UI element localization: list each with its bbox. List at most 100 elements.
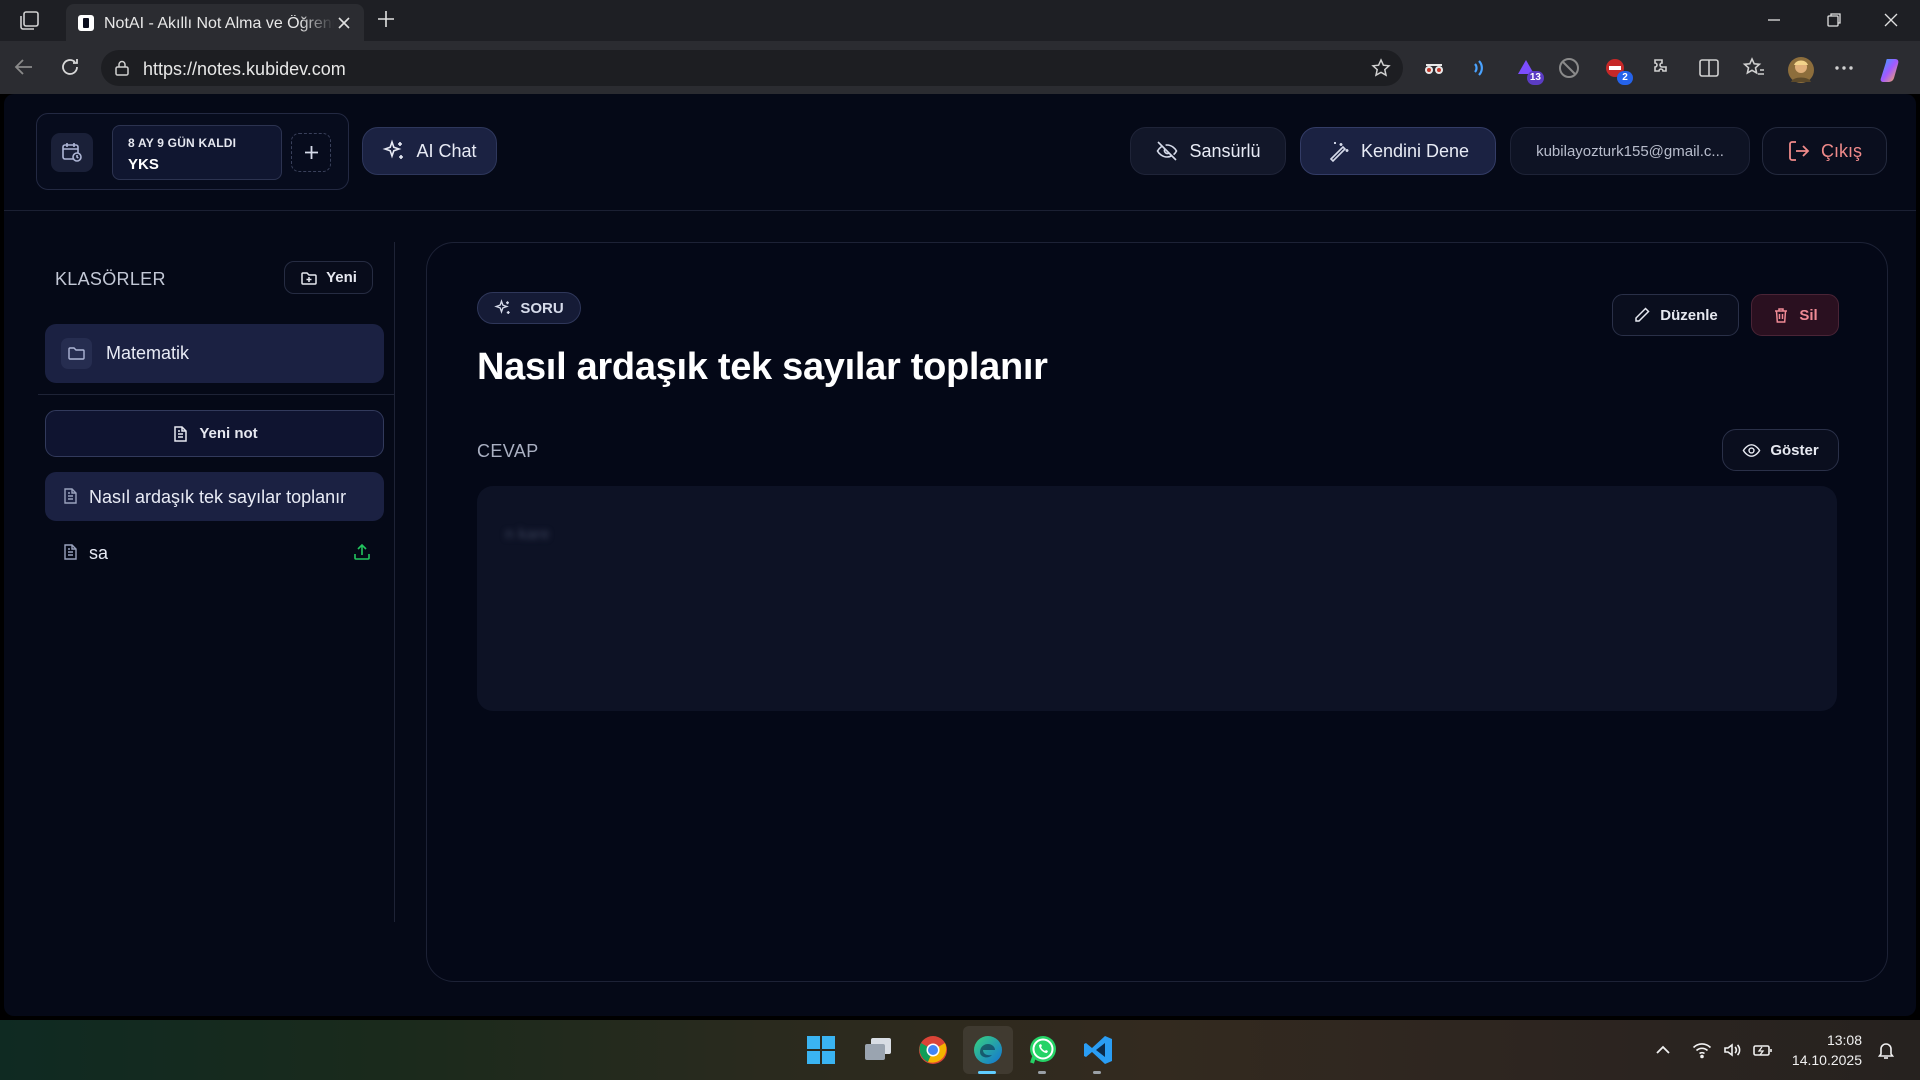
logout-label: Çıkış (1820, 140, 1862, 161)
windows-taskbar: 13:08 14.10.2025 (0, 1020, 1920, 1080)
purple-extension-icon[interactable]: 13 (1514, 56, 1544, 85)
browser-toolbar: https://notes.kubidev.com 13 2 (0, 41, 1920, 94)
close-window-icon[interactable] (1881, 10, 1901, 30)
edit-button[interactable]: Düzenle (1612, 294, 1739, 336)
days-left-text: 8 AY 9 GÜN KALDI (128, 136, 237, 150)
notifications-icon[interactable] (1876, 1040, 1896, 1060)
note-label: Nasıl ardaşık tek sayılar toplanır (89, 487, 347, 507)
share-upload-icon[interactable] (352, 542, 372, 562)
folders-heading: KLASÖRLER (55, 269, 166, 289)
logout-icon (1789, 141, 1810, 161)
clock-date: 14.10.2025 (1791, 1052, 1862, 1068)
sparkles-icon (494, 299, 511, 314)
new-tab-icon[interactable] (376, 9, 396, 29)
note-item-active[interactable]: Nasıl ardaşık tek sayılar toplanır (45, 472, 384, 521)
ai-chat-button[interactable]: AI Chat (362, 127, 497, 175)
eye-off-icon (1157, 141, 1178, 161)
clock-time: 13:08 (1826, 1032, 1862, 1048)
workspaces-icon[interactable] (18, 10, 42, 32)
logout-button[interactable]: Çıkış (1762, 127, 1887, 175)
exam-name: YKS (128, 156, 159, 173)
chevron-up-icon[interactable] (1653, 1040, 1673, 1060)
show-answer-button[interactable]: Göster (1722, 429, 1839, 471)
sidebar-separator (38, 394, 394, 395)
type-label: SORU (520, 299, 564, 317)
delete-label: Sil (1799, 306, 1818, 324)
blocked-extension-icon[interactable] (1557, 56, 1581, 80)
battery-icon[interactable] (1752, 1040, 1772, 1060)
answer-heading: CEVAP (477, 441, 539, 461)
split-screen-icon[interactable] (1697, 56, 1721, 80)
folder-label: Matematik (106, 343, 190, 363)
wifi-icon[interactable] (1692, 1040, 1712, 1060)
extension-badge: 2 (1617, 71, 1633, 85)
try-yourself-button[interactable]: Kendini Dene (1300, 127, 1496, 175)
app-window: 8 AY 9 GÜN KALDI YKS AI Chat Sansürlü Ke… (4, 94, 1916, 1016)
calendar-clock-icon[interactable] (51, 133, 93, 172)
answer-text: n kare (505, 526, 550, 543)
answer-blurred-box[interactable]: n kare (477, 486, 1837, 711)
trash-icon (1775, 308, 1788, 323)
favorite-star-icon[interactable] (1371, 58, 1391, 78)
file-text-icon (174, 425, 188, 442)
minimize-icon[interactable] (1764, 10, 1784, 30)
app-header: 8 AY 9 GÜN KALDI YKS AI Chat Sansürlü Ke… (4, 94, 1916, 211)
system-clock[interactable]: 13:08 14.10.2025 (1792, 1030, 1862, 1070)
volume-icon[interactable] (1722, 1040, 1742, 1060)
read-aloud-extension-icon[interactable] (1467, 56, 1491, 80)
exam-selector[interactable]: 8 AY 9 GÜN KALDI YKS (112, 125, 282, 180)
vscode-icon[interactable] (1082, 1034, 1114, 1066)
note-title: Nasıl ardaşık tek sayılar toplanır (477, 346, 1048, 388)
extensions-puzzle-icon[interactable] (1648, 56, 1672, 80)
sidebar-divider (394, 242, 395, 922)
file-explorer-icon[interactable] (862, 1034, 894, 1066)
browser-tab-bar: NotAI - Akıllı Not Alma ve Öğrenme (0, 0, 1920, 41)
show-label: Göster (1770, 441, 1819, 459)
url-text: https://notes.kubidev.com (143, 59, 346, 79)
back-icon[interactable] (12, 55, 36, 79)
delete-button[interactable]: Sil (1751, 294, 1839, 336)
folder-icon (61, 338, 92, 369)
chrome-icon[interactable] (917, 1034, 949, 1066)
new-folder-button[interactable]: Yeni (284, 261, 373, 294)
user-email-button[interactable]: kubilayozturk155@gmail.c... (1510, 127, 1750, 175)
browser-tab-active[interactable]: NotAI - Akıllı Not Alma ve Öğrenme (66, 4, 364, 41)
extension-badge: 13 (1526, 71, 1544, 85)
reload-icon[interactable] (58, 55, 82, 79)
folder-plus-icon (301, 271, 317, 285)
note-detail-card: SORU Nasıl ardaşık tek sayılar toplanır … (426, 242, 1888, 982)
file-text-icon (64, 544, 77, 560)
note-label: sa (89, 543, 109, 563)
profile-avatar[interactable] (1787, 56, 1814, 83)
question-type-badge: SORU (477, 292, 581, 324)
copilot-icon[interactable] (1878, 56, 1902, 82)
folder-item-matematik[interactable]: Matematik (45, 324, 384, 383)
try-yourself-label: Kendini Dene (1360, 140, 1470, 161)
restore-icon[interactable] (1824, 10, 1844, 30)
sparkles-icon (383, 139, 404, 159)
magic-wand-icon (1329, 142, 1349, 163)
note-item[interactable]: sa (45, 528, 384, 577)
lock-icon[interactable] (113, 59, 131, 77)
pencil-icon (1635, 307, 1650, 322)
censored-toggle-button[interactable]: Sansürlü (1130, 127, 1286, 175)
favorites-icon[interactable] (1742, 56, 1766, 80)
tab-close-icon[interactable] (336, 15, 352, 31)
add-exam-button[interactable] (291, 133, 331, 172)
address-bar[interactable]: https://notes.kubidev.com (101, 50, 1403, 86)
running-indicator (1093, 1071, 1101, 1074)
active-indicator (978, 1071, 996, 1074)
exam-countdown: 8 AY 9 GÜN KALDI YKS (36, 113, 349, 190)
whatsapp-icon[interactable] (1027, 1034, 1059, 1066)
new-note-label: Yeni not (199, 425, 258, 442)
new-note-button[interactable]: Yeni not (45, 410, 384, 457)
edge-icon[interactable] (972, 1034, 1004, 1066)
running-indicator (1038, 1071, 1046, 1074)
red-extension-icon[interactable]: 2 (1603, 56, 1633, 85)
windows-start-icon[interactable] (805, 1034, 837, 1066)
glasses-extension-icon[interactable] (1422, 56, 1446, 80)
ai-chat-label: AI Chat (416, 140, 477, 161)
site-favicon-icon (78, 15, 94, 31)
new-folder-label: Yeni (326, 269, 357, 286)
more-menu-icon[interactable] (1832, 56, 1856, 80)
